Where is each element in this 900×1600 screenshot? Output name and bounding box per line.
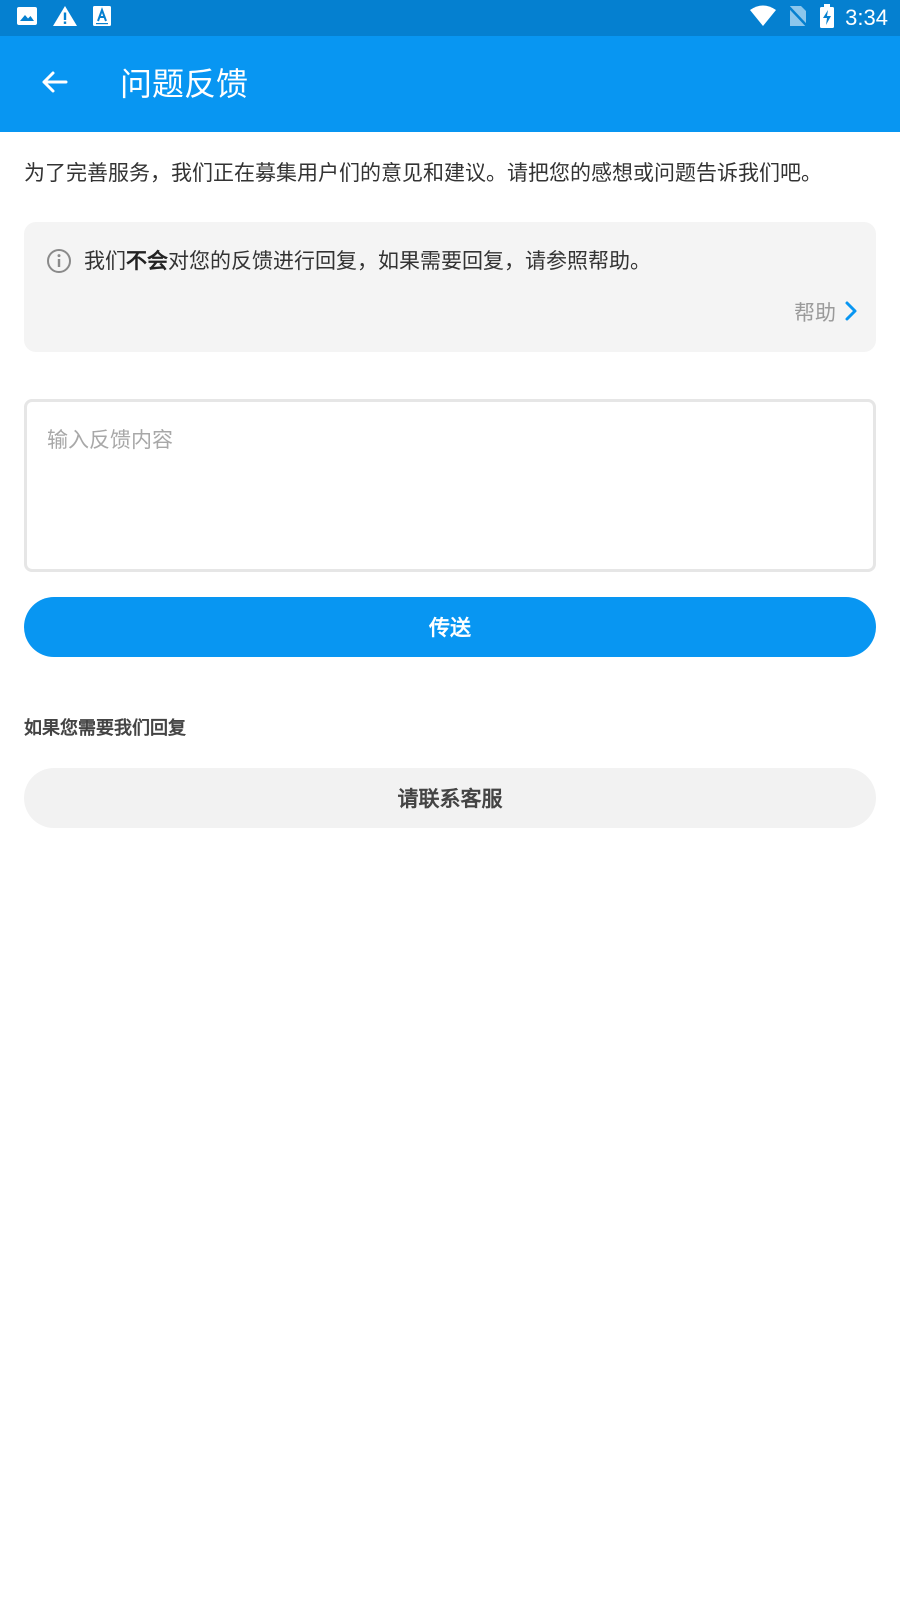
reply-heading: 如果您需要我们回复 (24, 718, 186, 739)
wifi-icon (749, 5, 777, 31)
status-time: 3:34 (845, 5, 888, 30)
notice-card: 我们不会对您的反馈进行回复，如果需要回复，请参照帮助。 帮助 (24, 222, 876, 352)
notice-text-emphasis: 不会 (126, 249, 168, 273)
battery-charging-icon (819, 4, 835, 32)
notice-text: 我们不会对您的反馈进行回复，如果需要回复，请参照帮助。 (84, 246, 651, 276)
help-label: 帮助 (794, 301, 836, 325)
chevron-right-icon (844, 300, 858, 326)
back-button[interactable] (28, 58, 80, 110)
send-button[interactable]: 传送 (24, 597, 876, 657)
back-arrow-icon (39, 67, 69, 101)
status-system-icons: 3:34 (749, 4, 888, 32)
warning-icon (52, 5, 78, 31)
help-link[interactable]: 帮助 (794, 298, 858, 328)
text-recognition-icon (92, 5, 112, 31)
contact-support-button[interactable]: 请联系客服 (24, 768, 876, 828)
status-bar: 3:34 (0, 0, 900, 36)
notice-text-before: 我们 (84, 249, 126, 273)
no-sim-icon (787, 4, 809, 32)
page-title: 问题反馈 (120, 65, 249, 103)
feedback-input[interactable] (24, 399, 876, 572)
info-icon (46, 248, 72, 274)
image-icon (16, 5, 38, 31)
notice-text-after: 对您的反馈进行回复，如果需要回复，请参照帮助。 (168, 249, 651, 273)
app-bar: 问题反馈 (0, 36, 900, 132)
status-notification-icons (16, 6, 112, 30)
intro-text: 为了完善服务，我们正在募集用户们的意见和建议。请把您的感想或问题告诉我们吧。 (24, 161, 822, 185)
